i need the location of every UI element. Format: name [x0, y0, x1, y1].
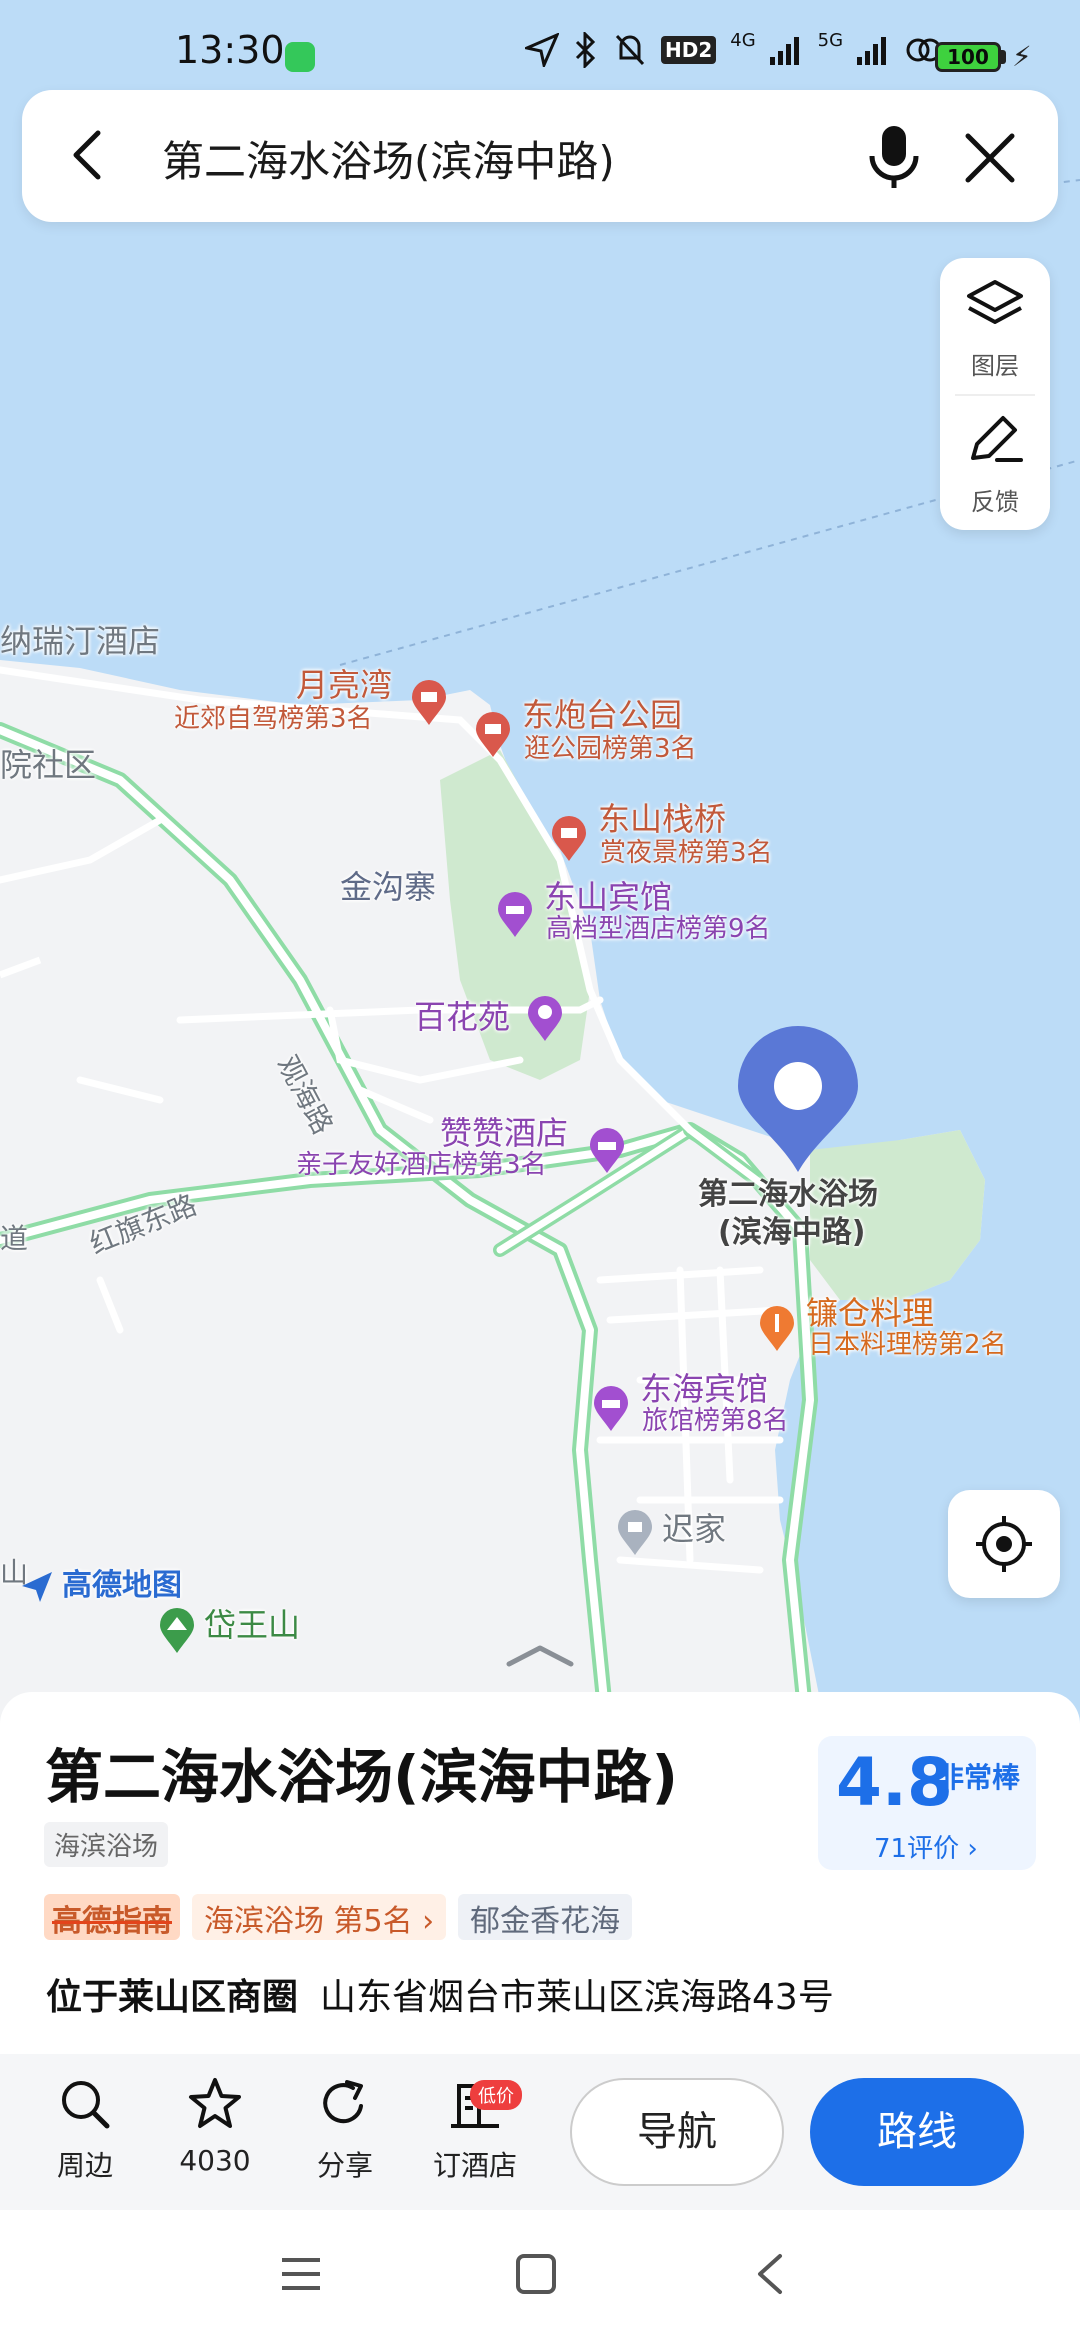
feedback-label: 反馈	[971, 488, 1019, 516]
favorite-count: 4030	[179, 2144, 251, 2177]
review-count-link[interactable]: 71评价 ›	[874, 1828, 978, 1865]
rating-card[interactable]: 4.8 非常棒 71评价 ›	[818, 1736, 1036, 1870]
mute-bell-icon	[615, 34, 645, 66]
search-bar[interactable]: 第二海水浴场(滨海中路)	[22, 90, 1058, 222]
selected-place-label-1: 第二海水浴场	[698, 1177, 878, 1212]
battery-tip	[1001, 50, 1006, 64]
nearby-button[interactable]: 周边	[30, 2076, 140, 2184]
feature-tag[interactable]: 郁金香花海	[458, 1894, 633, 1940]
bluetooth-icon	[575, 32, 596, 68]
map-label-community: 院社区	[0, 746, 97, 784]
navigate-button[interactable]: 导航	[570, 2078, 784, 2186]
layers-label: 图层	[971, 352, 1019, 380]
menu-icon[interactable]	[280, 2254, 322, 2294]
status-bar: 13:30 HD2 4G 5G 100 ⚡	[0, 0, 1080, 90]
edit-pencil-icon	[971, 416, 1023, 462]
hotel-pin-icon	[590, 1128, 624, 1173]
ranking-link[interactable]: 海滨浴场 第5名 ›	[192, 1894, 447, 1940]
network-type-1: 4G	[730, 29, 756, 51]
amap-guide-badge: 高德指南	[44, 1894, 180, 1940]
star-icon	[189, 2078, 241, 2128]
layers-button[interactable]: 图层	[940, 258, 1050, 394]
status-time: 13:30	[175, 28, 285, 72]
route-button[interactable]: 路线	[810, 2078, 1024, 2186]
address-text: 山东省烟台市莱山区滨海路43号	[320, 1977, 834, 2018]
notification-app-icon	[285, 42, 315, 72]
amap-logo-icon	[20, 1570, 54, 1604]
place-category-tag: 海滨浴场	[44, 1822, 169, 1867]
signal-icon	[769, 37, 799, 65]
mountain-pin-icon	[160, 1608, 194, 1653]
book-hotel-label: 订酒店	[432, 2149, 517, 2182]
favorite-button[interactable]: 4030	[160, 2076, 270, 2177]
poi-name: 镰仓料理	[806, 1294, 935, 1332]
poi-rank: 赏夜景榜第3名	[600, 838, 773, 868]
system-navigation-bar	[0, 2210, 1080, 2340]
ranking-row: 高德指南 海滨浴场 第5名 › 郁金香花海	[44, 1894, 633, 1940]
poi-name: 赞赞酒店	[440, 1114, 569, 1152]
locate-me-button[interactable]	[948, 1490, 1060, 1598]
search-icon	[62, 2081, 110, 2129]
watermark-text: 高德地图	[62, 1568, 182, 1603]
poi-name: 东炮台公园	[522, 696, 683, 734]
place-title: 第二海水浴场(滨海中路)	[45, 1743, 679, 1811]
map-view[interactable]: 纳瑞汀酒店 院社区 金沟寨 观海路 红旗东路 道 山 月亮湾 近郊自驾榜第3名 …	[0, 0, 1080, 1760]
flower-pin-icon	[528, 996, 562, 1041]
low-price-badge: 低价	[470, 2080, 522, 2110]
home-icon[interactable]	[514, 2252, 558, 2296]
business-area: 位于莱山区商圈	[46, 1977, 299, 2018]
poi-rank: 亲子友好酒店榜第3名	[296, 1150, 547, 1180]
poi-name: 月亮湾	[296, 666, 393, 704]
layers-icon	[967, 280, 1023, 324]
poi-rank: 旅馆榜第8名	[642, 1406, 789, 1436]
poi-rank: 近郊自驾榜第3名	[174, 704, 373, 734]
map-label-hotel: 纳瑞汀酒店	[0, 622, 161, 660]
poi-name: 岱王山	[204, 1606, 301, 1644]
crosshair-icon	[976, 1516, 1032, 1572]
poi-name: 东山宾馆	[544, 878, 673, 916]
poi-rank: 逛公园榜第3名	[524, 734, 697, 764]
scenic-pin-icon	[552, 816, 586, 861]
share-button[interactable]: 分享	[290, 2076, 400, 2184]
feedback-button[interactable]: 反馈	[940, 394, 1050, 530]
map-label-dao: 道	[0, 1222, 29, 1255]
share-label: 分享	[316, 2149, 373, 2182]
charging-icon: ⚡	[1012, 40, 1032, 73]
scenic-pin-icon	[476, 712, 510, 757]
village-pin-icon	[618, 1510, 652, 1555]
selected-place-label-2: (滨海中路)	[718, 1215, 866, 1250]
restaurant-pin-icon	[760, 1306, 794, 1351]
poi-rank: 日本料理榜第2名	[808, 1330, 1007, 1360]
amap-watermark: 高德地图	[20, 1560, 182, 1604]
address-row: 位于莱山区商圈 山东省烟台市莱山区滨海路43号	[46, 1968, 834, 2020]
poi-name: 东海宾馆	[640, 1370, 769, 1408]
poi-name: 迟家	[662, 1510, 727, 1548]
poi-name: 东山栈桥	[598, 800, 727, 838]
hotel-pin-icon	[498, 892, 532, 937]
rating-description: 非常棒	[936, 1761, 1021, 1794]
expand-chevron-up-icon[interactable]	[505, 1642, 575, 1670]
location-pin-icon	[738, 1026, 858, 1172]
microphone-icon[interactable]	[864, 122, 924, 192]
signal-icon	[857, 37, 887, 65]
network-type-2: 5G	[817, 29, 844, 51]
poi-rank: 高档型酒店榜第9名	[546, 914, 771, 944]
scenic-pin-icon	[412, 680, 446, 725]
search-query[interactable]: 第二海水浴场(滨海中路)	[162, 128, 615, 189]
status-icons: HD2 4G 5G	[525, 30, 943, 70]
hd-badge: HD2	[661, 36, 717, 64]
map-label-jingouzhai: 金沟寨	[340, 868, 437, 906]
hotel-pin-icon	[594, 1386, 628, 1431]
map-canvas[interactable]	[0, 0, 1080, 1760]
nearby-label: 周边	[56, 2149, 113, 2182]
poi-name: 百花苑	[414, 998, 511, 1036]
back-arrow-icon[interactable]	[62, 125, 122, 185]
back-icon[interactable]	[752, 2252, 788, 2296]
share-icon	[323, 2080, 363, 2124]
map-tools-card: 图层 反馈	[940, 258, 1050, 530]
battery-icon: 100	[935, 42, 1001, 72]
close-icon[interactable]	[960, 128, 1020, 188]
location-arrow-icon	[525, 33, 559, 67]
